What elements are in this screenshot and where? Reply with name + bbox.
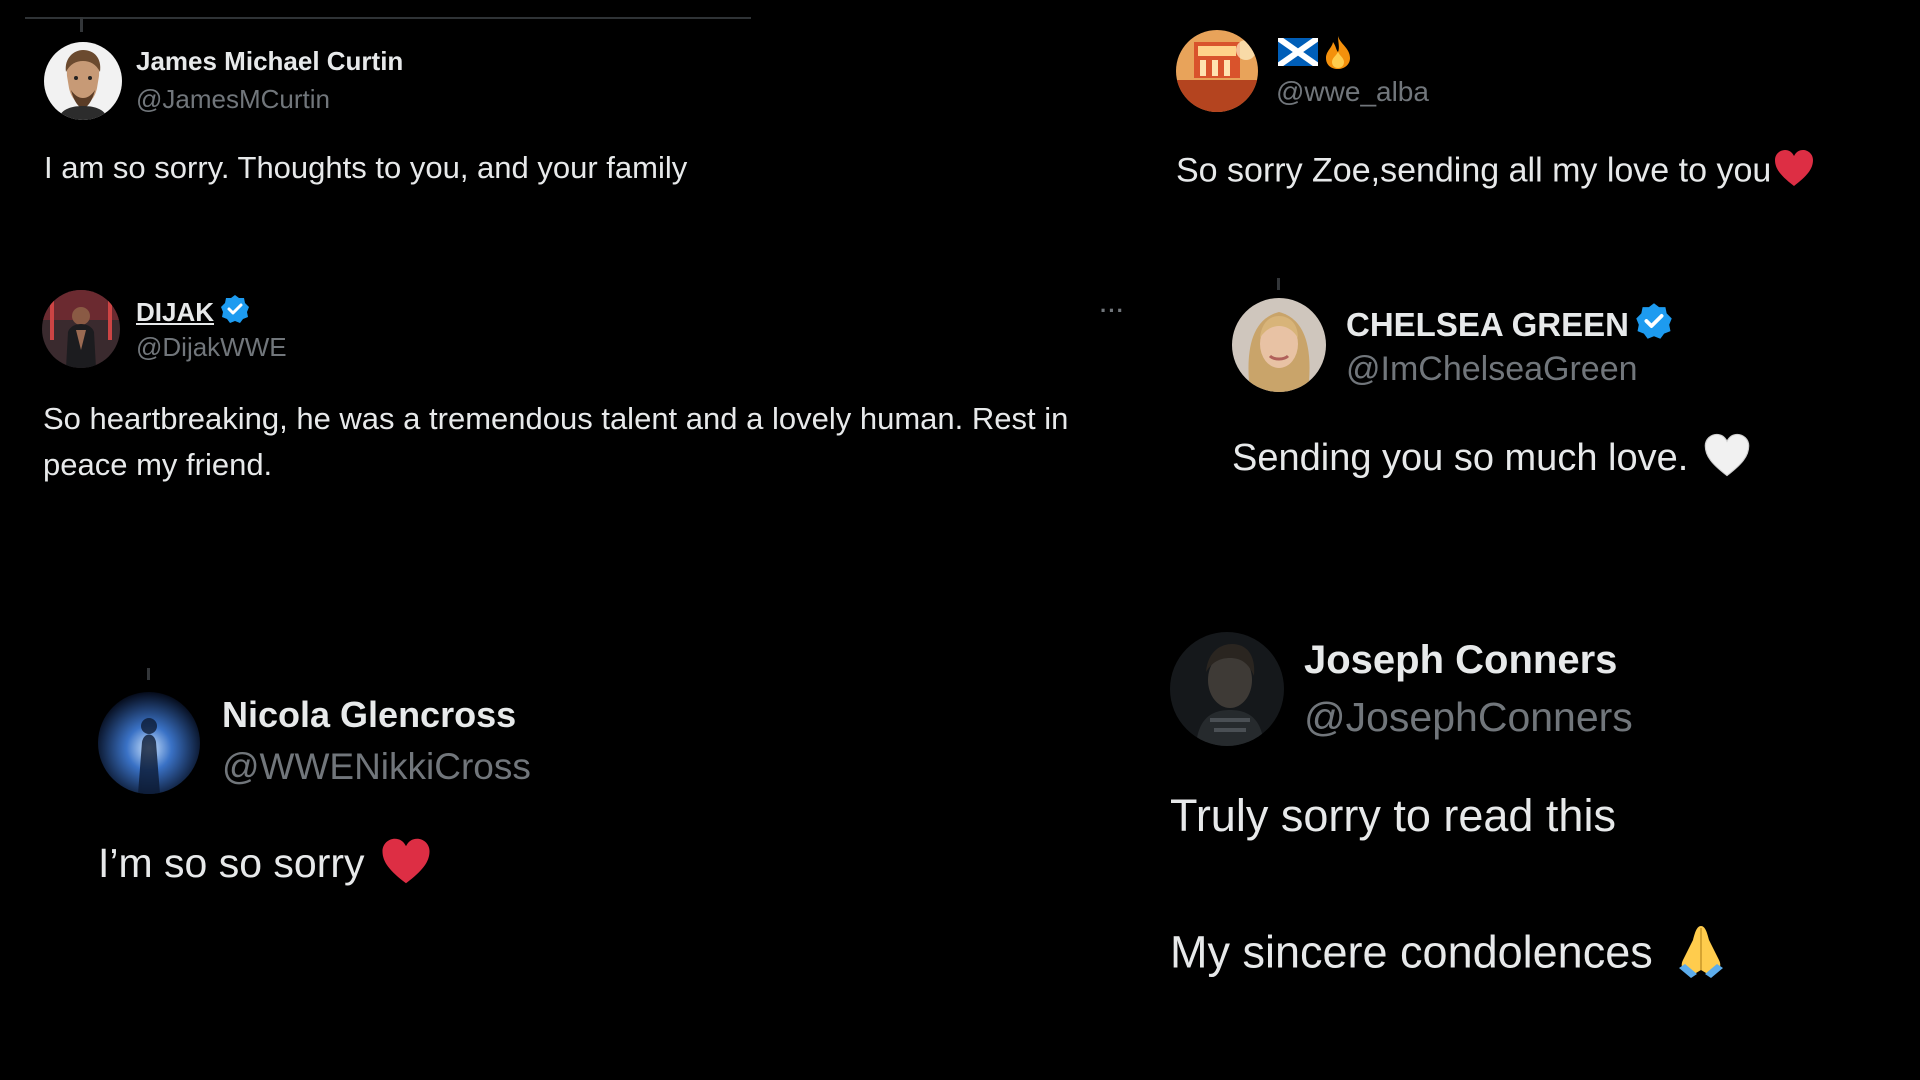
handle[interactable]: @WWENikkiCross	[222, 746, 531, 788]
display-name[interactable]: CHELSEA GREEN	[1346, 302, 1673, 348]
display-name-text[interactable]: DIJAK	[136, 297, 214, 328]
wrestler-entrance-avatar	[42, 290, 120, 368]
avatar[interactable]	[1170, 632, 1284, 746]
display-name-text[interactable]: Joseph Conners	[1304, 638, 1617, 683]
post-text: I’m so so sorry	[98, 836, 432, 896]
post-imchelseagreen[interactable]: CHELSEA GREEN @ImChelseaGreen Sending yo…	[1160, 270, 1920, 510]
handle[interactable]: @wwe_alba	[1276, 76, 1429, 108]
illustrated-man-avatar	[44, 42, 122, 120]
avatar[interactable]	[42, 290, 120, 368]
post-text-content: So sorry Zoe,sending all my love to you	[1176, 151, 1772, 190]
display-name-text[interactable]: James Michael Curtin	[136, 46, 403, 77]
display-name-text[interactable]: Nicola Glencross	[222, 694, 516, 736]
post-text-line-1: Truly sorry to read this	[1170, 790, 1616, 841]
post-wwe-alba[interactable]: @wwe_alba So sorry Zoe,sending all my lo…	[1160, 0, 1920, 200]
verified-badge-icon	[220, 294, 250, 331]
more-options-icon[interactable]: ···	[1100, 298, 1125, 324]
folded-hands-icon	[1671, 920, 1731, 991]
post-text-content: I’m so so sorry	[98, 839, 365, 886]
red-heart-icon	[380, 836, 432, 896]
display-name[interactable]: Nicola Glencross	[222, 694, 516, 736]
handle[interactable]: @JosephConners	[1304, 694, 1633, 741]
handle[interactable]: @JamesMCurtin	[136, 84, 330, 115]
avatar[interactable]	[1176, 30, 1258, 112]
post-dijakwwe[interactable]: DIJAK @DijakWWE ··· So heartbreaking, he…	[0, 270, 1140, 500]
blue-spotlight-avatar	[98, 692, 200, 794]
handle[interactable]: @DijakWWE	[136, 332, 287, 363]
white-heart-icon	[1703, 432, 1751, 488]
handle[interactable]: @ImChelseaGreen	[1346, 350, 1638, 389]
post-josephconners[interactable]: Joseph Conners @JosephConners Truly sorr…	[1160, 620, 1920, 1020]
red-heart-icon	[1773, 148, 1815, 197]
fire-icon	[1322, 34, 1354, 77]
arena-stage-avatar	[1176, 30, 1258, 112]
display-name-text[interactable]: CHELSEA GREEN	[1346, 306, 1629, 344]
post-text-line-2: My sincere condolences	[1170, 920, 1731, 991]
blonde-woman-avatar	[1232, 298, 1326, 392]
avatar[interactable]	[1232, 298, 1326, 392]
post-text-content: Sending you so much love.	[1232, 437, 1689, 480]
dark-portrait-avatar	[1170, 632, 1284, 746]
display-name[interactable]: DIJAK	[136, 294, 250, 331]
avatar[interactable]	[98, 692, 200, 794]
verified-badge-icon	[1635, 302, 1673, 348]
post-jamesmcurtin[interactable]: James Michael Curtin @JamesMCurtin I am …	[0, 0, 1140, 200]
post-text: So heartbreaking, he was a tremendous ta…	[43, 401, 1069, 482]
post-text: Sending you so much love.	[1232, 432, 1751, 488]
post-text: So sorry Zoe,sending all my love to you	[1176, 148, 1815, 197]
post-text: I am so sorry. Thoughts to you, and your…	[44, 150, 688, 185]
scotland-flag-icon	[1276, 35, 1320, 73]
display-name[interactable]	[1276, 34, 1354, 77]
display-name[interactable]: Joseph Conners	[1304, 638, 1617, 683]
display-name[interactable]: James Michael Curtin	[136, 46, 403, 77]
post-text-content: My sincere condolences	[1170, 926, 1653, 978]
avatar[interactable]	[44, 42, 122, 120]
post-wwenikkicross[interactable]: Nicola Glencross @WWENikkiCross I’m so s…	[0, 660, 1140, 920]
